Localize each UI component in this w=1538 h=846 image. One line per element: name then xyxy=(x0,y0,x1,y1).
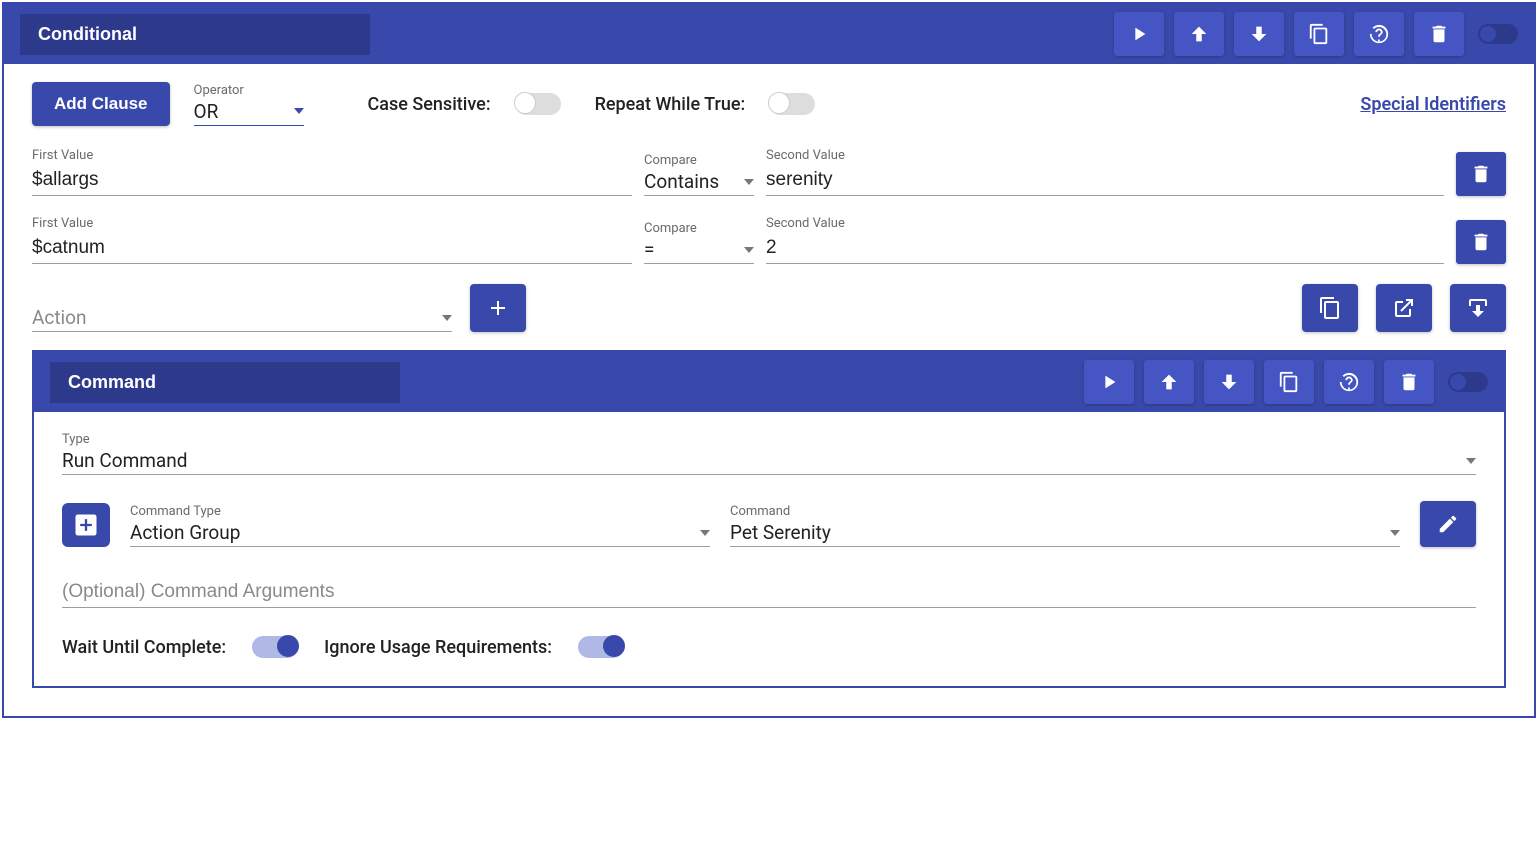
second-value-label: Second Value xyxy=(766,216,1444,231)
ignore-usage-label: Ignore Usage Requirements: xyxy=(324,637,552,658)
command-title-input[interactable] xyxy=(50,362,400,403)
help-button[interactable] xyxy=(1354,12,1404,56)
move-down-button[interactable] xyxy=(1234,12,1284,56)
enabled-toggle[interactable] xyxy=(1478,24,1518,44)
first-value-label: First Value xyxy=(32,148,632,163)
command-panel: Type Run Command Command Type xyxy=(32,350,1506,688)
case-sensitive-toggle[interactable] xyxy=(515,93,561,115)
chevron-down-icon xyxy=(700,530,710,536)
ignore-usage-toggle[interactable] xyxy=(578,636,624,658)
import-icon xyxy=(1466,296,1490,320)
command-header xyxy=(34,352,1504,412)
chevron-down-icon xyxy=(1390,530,1400,536)
type-label: Type xyxy=(62,432,1476,447)
run-button[interactable] xyxy=(1114,12,1164,56)
operator-field: Operator OR xyxy=(194,83,304,126)
copy-button[interactable] xyxy=(1264,360,1314,404)
operator-select[interactable]: OR xyxy=(194,100,304,126)
clause-row: First Value Compare = Second Value xyxy=(32,216,1506,264)
arrow-down-icon xyxy=(1248,23,1270,45)
type-select[interactable]: Run Command xyxy=(62,449,1476,475)
wait-until-complete-toggle[interactable] xyxy=(252,636,298,658)
chevron-down-icon xyxy=(442,315,452,321)
add-clause-button[interactable]: Add Clause xyxy=(32,82,170,126)
delete-clause-button[interactable] xyxy=(1456,220,1506,264)
special-identifiers-link[interactable]: Special Identifiers xyxy=(1360,94,1506,115)
plus-icon xyxy=(486,296,510,320)
move-up-button[interactable] xyxy=(1174,12,1224,56)
repeat-while-true-label: Repeat While True: xyxy=(595,94,746,115)
command-type-select[interactable]: Action Group xyxy=(130,521,710,547)
command-arguments-input[interactable] xyxy=(62,577,1476,608)
trash-icon xyxy=(1470,163,1492,185)
wait-until-complete-label: Wait Until Complete: xyxy=(62,637,226,658)
command-type-label: Command Type xyxy=(130,504,710,519)
compare-label: Compare xyxy=(644,221,754,236)
conditional-panel: Add Clause Operator OR Case Sensitive: R… xyxy=(2,2,1536,718)
delete-button[interactable] xyxy=(1384,360,1434,404)
help-icon xyxy=(1338,371,1360,393)
trash-icon xyxy=(1428,23,1450,45)
copy-icon xyxy=(1308,23,1330,45)
enabled-toggle[interactable] xyxy=(1448,372,1488,392)
copy-icon xyxy=(1318,296,1342,320)
plus-box-icon xyxy=(72,511,100,539)
second-value-label: Second Value xyxy=(766,148,1444,163)
delete-clause-button[interactable] xyxy=(1456,152,1506,196)
conditional-header xyxy=(4,4,1534,64)
operator-label: Operator xyxy=(194,83,304,98)
export-icon xyxy=(1392,296,1416,320)
arrow-down-icon xyxy=(1218,371,1240,393)
copy-button[interactable] xyxy=(1294,12,1344,56)
first-value-input[interactable] xyxy=(32,233,632,264)
copy-actions-button[interactable] xyxy=(1302,284,1358,332)
repeat-while-true-toggle[interactable] xyxy=(769,93,815,115)
conditional-title-input[interactable] xyxy=(20,14,370,55)
clause-row: First Value Compare Contains Second Valu… xyxy=(32,148,1506,196)
case-sensitive-label: Case Sensitive: xyxy=(368,94,491,115)
add-action-button[interactable] xyxy=(470,284,526,332)
export-actions-button[interactable] xyxy=(1376,284,1432,332)
first-value-input[interactable] xyxy=(32,165,632,196)
compare-select[interactable]: = xyxy=(644,238,754,264)
delete-button[interactable] xyxy=(1414,12,1464,56)
chevron-down-icon xyxy=(294,108,304,114)
chevron-down-icon xyxy=(744,247,754,253)
import-actions-button[interactable] xyxy=(1450,284,1506,332)
compare-label: Compare xyxy=(644,153,754,168)
edit-command-button[interactable] xyxy=(1420,501,1476,547)
copy-icon xyxy=(1278,371,1300,393)
help-button[interactable] xyxy=(1324,360,1374,404)
play-icon xyxy=(1098,371,1120,393)
move-up-button[interactable] xyxy=(1144,360,1194,404)
trash-icon xyxy=(1470,231,1492,253)
help-icon xyxy=(1368,23,1390,45)
action-select[interactable]: Action xyxy=(32,306,452,332)
trash-icon xyxy=(1398,371,1420,393)
chevron-down-icon xyxy=(744,179,754,185)
command-select[interactable]: Pet Serenity xyxy=(730,521,1400,547)
play-icon xyxy=(1128,23,1150,45)
command-label: Command xyxy=(730,504,1400,519)
first-value-label: First Value xyxy=(32,216,632,231)
move-down-button[interactable] xyxy=(1204,360,1254,404)
compare-select[interactable]: Contains xyxy=(644,170,754,196)
second-value-input[interactable] xyxy=(766,165,1444,196)
arrow-up-icon xyxy=(1188,23,1210,45)
chevron-down-icon xyxy=(1466,458,1476,464)
run-button[interactable] xyxy=(1084,360,1134,404)
arrow-up-icon xyxy=(1158,371,1180,393)
second-value-input[interactable] xyxy=(766,233,1444,264)
pencil-icon xyxy=(1437,513,1459,535)
add-command-button[interactable] xyxy=(62,503,110,547)
